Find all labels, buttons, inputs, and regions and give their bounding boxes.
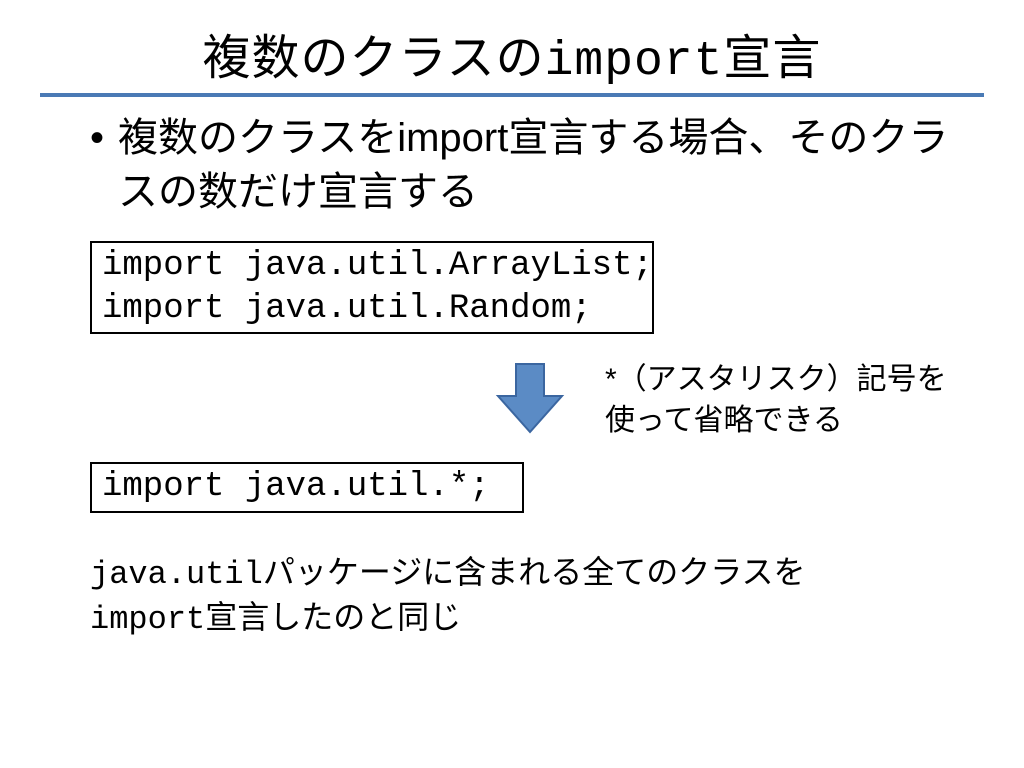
slide-title: 複数のクラスのimport宣言 [40,18,984,89]
title-post: 宣言 [723,32,821,85]
bullet-text: 複数のクラスをimport宣言する場合、そのクラスの数だけ宣言する [118,111,954,219]
title-pre: 複数のクラスの [203,32,545,85]
bullet-code: import [397,116,508,160]
footnote-mid: パッケージに含まれる全てのクラスを [263,554,806,590]
bullet-pre: 複数のクラスを [118,116,397,160]
slide-body: • 複数のクラスをimport宣言する場合、そのクラスの数だけ宣言する impo… [40,111,984,641]
arrow-row: *（アスタリスク）記号を使って省略できる [90,354,954,444]
down-arrow-icon [490,360,570,438]
title-divider [40,93,984,97]
footnote: java.utilパッケージに含まれる全てのクラスを import宣言したのと同… [90,551,954,641]
footnote-code-2: import [90,601,205,638]
code-block-1: import java.util.ArrayList; import java.… [90,241,654,334]
asterisk-annotation: *（アスタリスク）記号を使って省略できる [605,360,954,441]
bullet-marker: • [90,111,104,165]
footnote-post: 宣言したのと同じ [205,599,461,635]
title-code: import [545,35,724,89]
code-block-2: import java.util.*; [90,462,524,513]
footnote-code-1: java.util [90,556,263,593]
slide: 複数のクラスのimport宣言 • 複数のクラスをimport宣言する場合、その… [0,0,1024,768]
bullet-item: • 複数のクラスをimport宣言する場合、そのクラスの数だけ宣言する [90,111,954,219]
